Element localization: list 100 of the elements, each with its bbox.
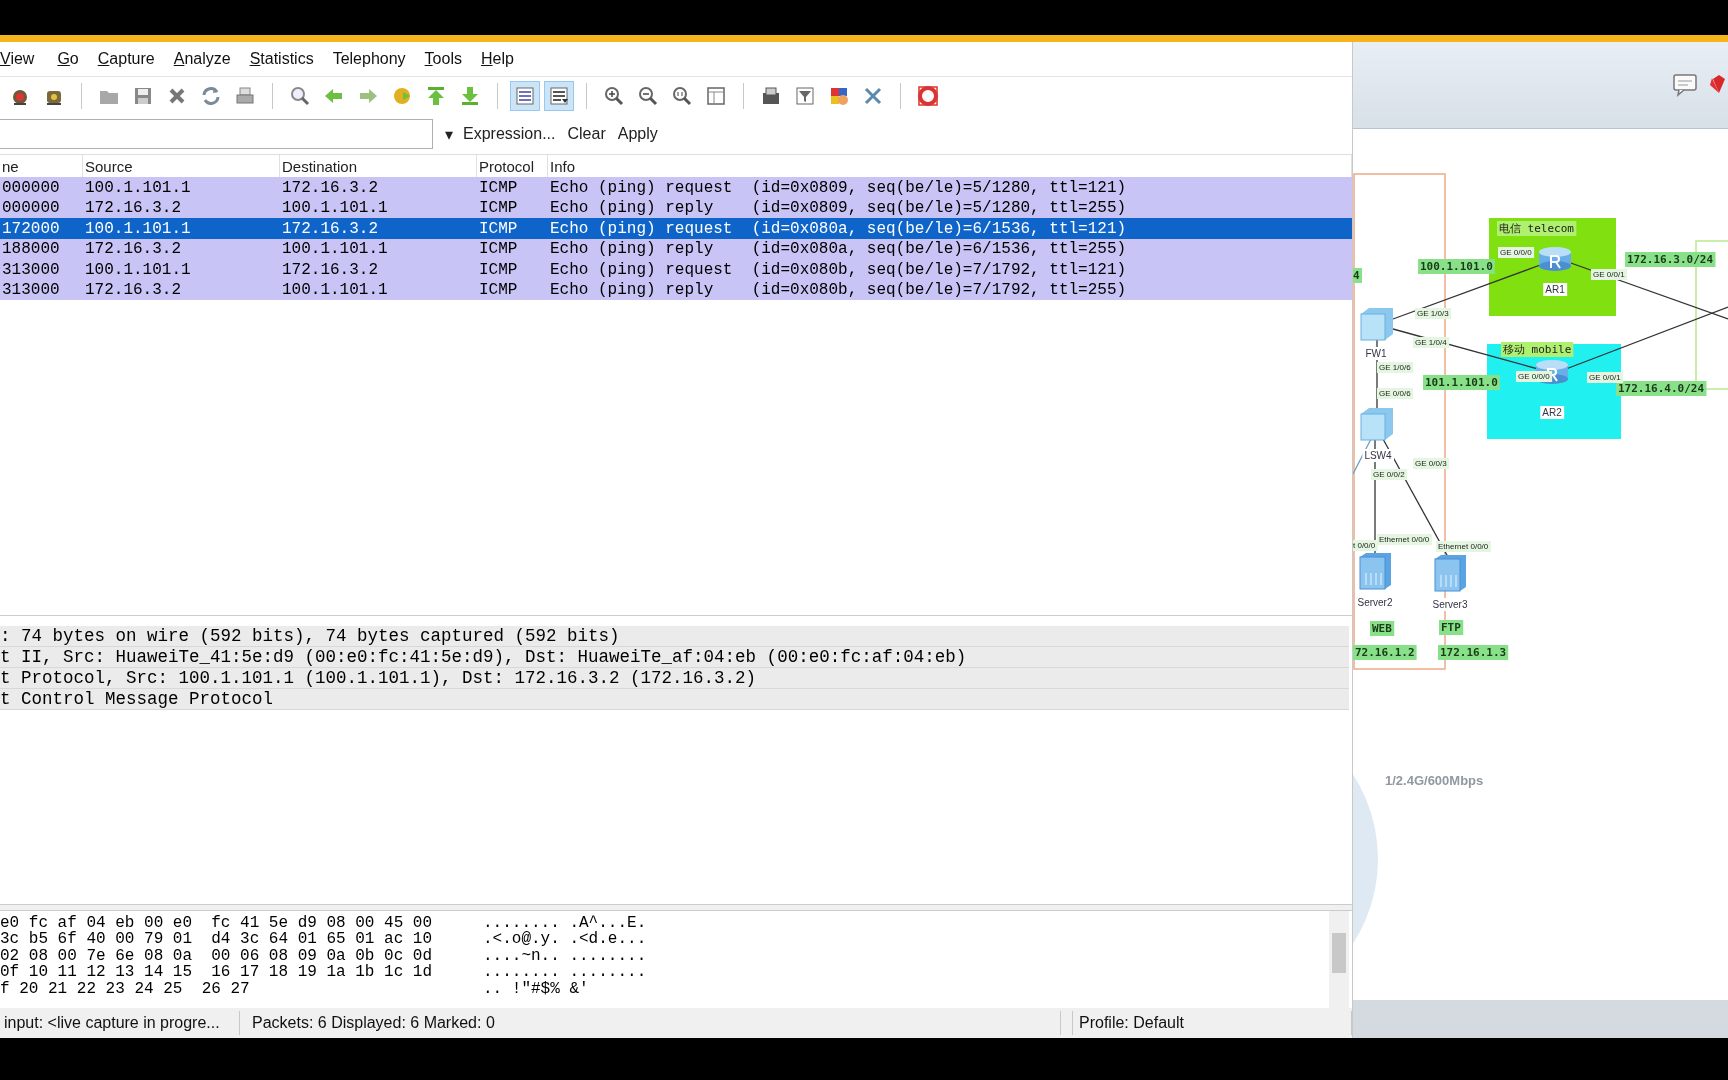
list-icon[interactable]	[544, 80, 574, 111]
subnet-label: 72.16.1.2	[1353, 645, 1417, 660]
filter-field[interactable]	[0, 119, 433, 150]
table-cell-text: 100.1.101.1	[84, 178, 192, 197]
hex-bytes: 02 08 00 7e 6e 08 0a 00 06 08 09 0a 0b 0c 0d	[0, 947, 434, 965]
hex-bytes: 3c b5 6f 40 00 79 01 d4 3c 64 01 65 01 ac 10	[0, 931, 434, 948]
menu-item[interactable]: View	[0, 49, 44, 68]
router-icon[interactable]	[1539, 247, 1571, 271]
hex-bytes: 0f 10 11 12 13 14 15 16 17 18 19 1a 1b 1c 1d	[0, 964, 434, 981]
table-cell-text: 100.1.101.1	[84, 219, 192, 238]
table-cell-text: ICMP	[478, 199, 519, 218]
table-cell-text: 100.1.101.1	[281, 240, 389, 259]
table-cell-text: 172.16.3.2	[281, 178, 379, 197]
hex-bytes: f 20 21 22 23 24 25 26 27	[0, 980, 251, 998]
node-label: AR1	[1543, 283, 1568, 296]
menu-item[interactable]: Statistics	[249, 49, 323, 68]
ascii-text: ........ .A^...E.	[483, 914, 647, 932]
area-label: 电信 telecom	[1497, 221, 1577, 236]
table-cell-text: 172.16.3.2	[84, 281, 182, 300]
subnet-label: 172.16.1.3	[1438, 645, 1509, 660]
vertical-scrollbar[interactable]	[1329, 910, 1349, 1009]
port-label: GE 0/0/6	[1377, 388, 1414, 399]
subnet-label: 172.16.3.0/24	[1625, 252, 1716, 267]
bandwidth-caption: 1/2.4G/600Mbps	[1385, 773, 1484, 788]
port-label: t 0/0/0	[1353, 540, 1378, 551]
menu-item[interactable]: Analyze	[173, 49, 240, 68]
firewall-icon[interactable]	[1360, 308, 1393, 341]
table-cell-text: 000000	[1, 199, 61, 218]
port-label: GE 1/0/3	[1415, 308, 1452, 319]
table-cell-text: ICMP	[478, 219, 519, 238]
port-label: Ethernet 0/0/0	[1377, 534, 1432, 545]
caret-icon[interactable]: ▾	[445, 124, 453, 144]
server-icon[interactable]	[1434, 555, 1466, 592]
table-cell-text: 172.16.3.2	[84, 199, 182, 218]
table-cell-text: 188000	[1, 240, 61, 259]
node-label: FW1	[1363, 347, 1389, 360]
status-text: Profile: Default	[1072, 1011, 1352, 1036]
subnet-label: 101.1.101.0	[1423, 375, 1500, 390]
filter-button[interactable]: Apply	[617, 125, 658, 144]
ascii-text: .. !"#$% &'	[483, 980, 589, 998]
table-cell-text: Echo (ping) reply (id=0x0809, seq(be/le)=5/1280, ttl=255)	[549, 199, 1128, 218]
filter-button[interactable]: Expression...	[463, 125, 556, 144]
table-cell-text: 172.16.3.2	[84, 240, 182, 259]
table-cell-text: 100.1.101.1	[281, 281, 389, 300]
table-cell-text: Echo (ping) request (id=0x080a, seq(be/le)=6/1536, ttl=121)	[549, 219, 1128, 238]
menu-item[interactable]: Telephony	[332, 49, 415, 68]
packet-row[interactable]: 000000 172.16.3.2 100.1.101.1 ICMP Echo (ping) reply (id=0x0809, seq(be/le)=5/1280, ttl=255)	[0, 197, 1352, 219]
status-text: Packets: 6 Displayed: 6 Marked: 0	[246, 1011, 1061, 1036]
port-label: GE 0/0/3	[1413, 458, 1450, 469]
table-cell-text: 172.16.3.2	[281, 260, 379, 279]
ascii-text: ....~n.. ........	[483, 947, 647, 965]
table-cell-text: 172.16.3.2	[281, 219, 379, 238]
port-label: GE 0/0/0	[1516, 371, 1553, 382]
packet-row[interactable]: 172000 100.1.101.1 172.16.3.2 ICMP Echo (ping) request (id=0x080a, seq(be/le)=6/1536, ttl=121)	[0, 218, 1352, 239]
table-cell-text: Echo (ping) request (id=0x0809, seq(be/le)=5/1280, ttl=121)	[549, 178, 1128, 197]
subnet-label: FTP	[1439, 620, 1464, 635]
table-cell-text: 313000	[1, 281, 61, 300]
table-cell-text: ICMP	[478, 178, 519, 197]
table-cell-text: ICMP	[478, 240, 519, 259]
port-label: GE 1/0/4	[1413, 337, 1450, 348]
table-cell-text: ICMP	[478, 260, 519, 279]
ascii-text: .<.o@.y. .<d.e...	[483, 931, 647, 948]
packet-row[interactable]: 000000 100.1.101.1 172.16.3.2 ICMP Echo (ping) request (id=0x0809, seq(be/le)=5/1280, ttl=121)	[0, 177, 1352, 198]
subnet-label: 172.16.4.0/24	[1616, 381, 1707, 396]
menu-item[interactable]: Go	[57, 49, 88, 68]
status-text: input: <live capture in progre...	[0, 1011, 240, 1036]
table-cell-text: Echo (ping) reply (id=0x080b, seq(be/le)=7/1792, ttl=255)	[549, 281, 1128, 300]
node-label: AR2	[1540, 406, 1565, 419]
port-label: GE 0/0/2	[1371, 469, 1408, 480]
ascii-text: ........ ........	[483, 964, 647, 981]
table-cell-text: Echo (ping) request (id=0x080b, seq(be/le)=7/1792, ttl=121)	[549, 260, 1128, 279]
hex-bytes: e0 fc af 04 eb 00 e0 fc 41 5e d9 08 00 45 00	[0, 914, 434, 932]
node-label: Server2	[1355, 596, 1395, 609]
menu-item[interactable]: Help	[480, 49, 523, 68]
port-label: GE 0/0/1	[1587, 372, 1624, 383]
packet-row[interactable]: 313000 172.16.3.2 100.1.101.1 ICMP Echo (ping) reply (id=0x080b, seq(be/le)=7/1792, ttl=255)	[0, 279, 1352, 301]
chat-bubble-icon[interactable]	[1672, 73, 1698, 97]
subnet-label: 4	[1353, 268, 1362, 283]
table-cell-text: 000000	[1, 178, 61, 197]
subnet-label: WEB	[1370, 621, 1395, 636]
area-label: 移动 mobile	[1501, 342, 1574, 357]
port-label: GE 0/0/1	[1591, 269, 1628, 280]
table-cell-text: 313000	[1, 260, 61, 279]
menu-item[interactable]: Tools	[424, 49, 471, 68]
table-cell-text: 100.1.101.1	[281, 199, 389, 218]
packet-row[interactable]: 188000 172.16.3.2 100.1.101.1 ICMP Echo (ping) reply (id=0x080a, seq(be/le)=6/1536, ttl=255)	[0, 238, 1352, 260]
port-label: GE 1/0/6	[1377, 362, 1414, 373]
table-cell-text: 100.1.101.1	[84, 260, 192, 279]
table-cell-text: Echo (ping) reply (id=0x080a, seq(be/le)=6/1536, ttl=255)	[549, 240, 1128, 259]
packet-row[interactable]: 313000 100.1.101.1 172.16.3.2 ICMP Echo (ping) request (id=0x080b, seq(be/le)=7/1792, ttl=121)	[0, 259, 1352, 280]
table-cell-text: ICMP	[478, 281, 519, 300]
server-icon[interactable]	[1359, 553, 1391, 590]
filter-button[interactable]: Clear	[567, 125, 606, 144]
port-label: Ethernet 0/0/0	[1436, 541, 1491, 552]
menu-item[interactable]: Capture	[97, 49, 164, 68]
list-icon[interactable]	[510, 80, 540, 111]
table-cell-text: 172000	[1, 219, 61, 238]
switch-icon[interactable]	[1360, 408, 1393, 441]
node-label: Server3	[1430, 598, 1470, 611]
subnet-label: 100.1.101.0	[1418, 259, 1495, 274]
